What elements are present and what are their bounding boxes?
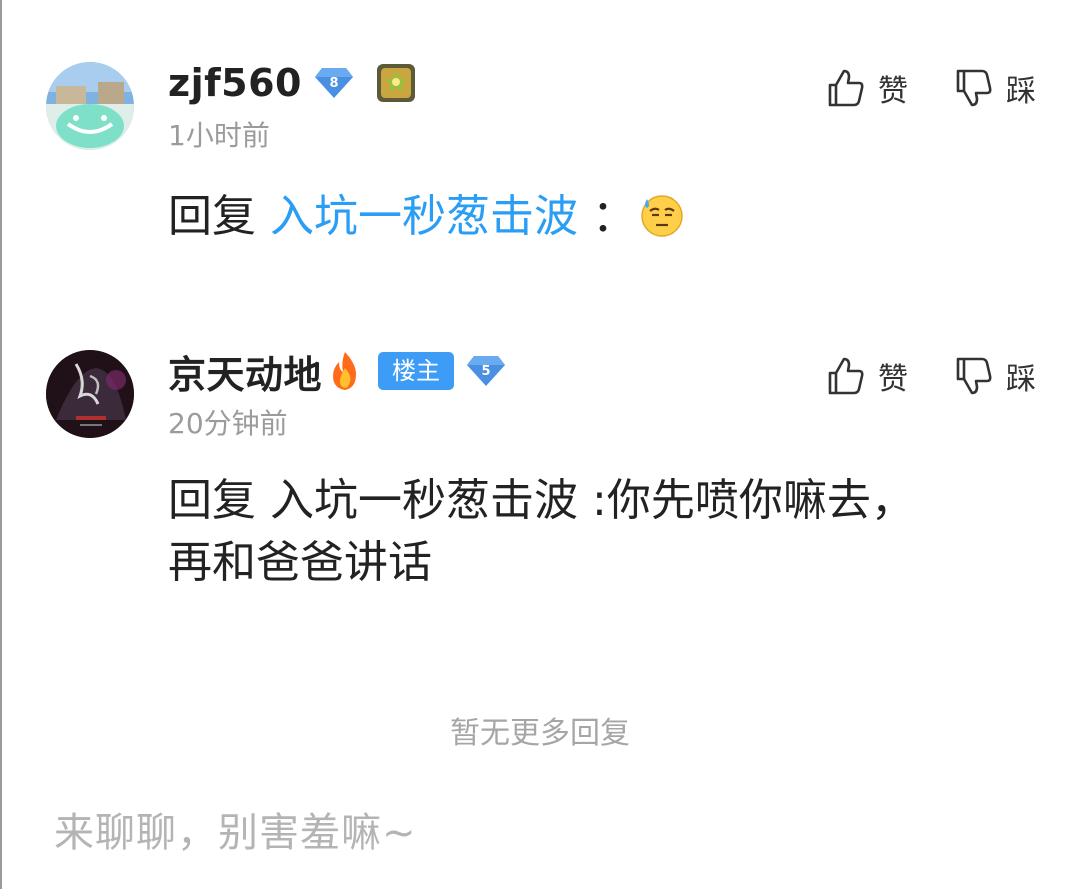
- avatar-image: [46, 350, 134, 438]
- like-label: 赞: [878, 74, 908, 109]
- reply-prefix: 回复: [168, 475, 256, 526]
- timestamp: 1小时前: [168, 119, 270, 152]
- level-badge: 5: [466, 354, 506, 388]
- comment-message: 你先喷你嘛去，: [606, 475, 915, 526]
- reply-mention-link[interactable]: 入坑一秒葱击波: [270, 191, 578, 242]
- username[interactable]: zjf560: [168, 61, 302, 105]
- comment-line-2: 再和爸爸讲话: [168, 537, 432, 588]
- thumbs-down-icon: [956, 357, 992, 395]
- avatar[interactable]: [46, 62, 134, 150]
- reply-input[interactable]: 来聊聊，别害羞嘛~: [54, 800, 417, 858]
- avatar-image: [46, 62, 134, 150]
- comment-actions: 赞 踩: [824, 354, 1036, 398]
- comment-body: 回复 入坑一秒葱击波 :你先喷你嘛去， 再和爸爸讲话: [168, 470, 915, 594]
- dislike-label: 踩: [1006, 74, 1036, 109]
- svg-text:8: 8: [329, 76, 338, 91]
- fire-icon: [326, 350, 364, 392]
- diamond-icon: 8: [315, 68, 353, 98]
- dislike-label: 踩: [1006, 362, 1036, 397]
- level-badge: 8: [314, 66, 354, 100]
- thumbs-up-icon: [828, 69, 864, 107]
- comment-body: 回复 入坑一秒葱击波 ：: [168, 186, 686, 248]
- timestamp: 20分钟前: [168, 407, 288, 440]
- like-button[interactable]: 赞: [824, 66, 908, 110]
- comment-actions: 赞 踩: [824, 66, 1036, 110]
- reply-separator: ：: [592, 191, 636, 242]
- owner-tag: 楼主: [378, 352, 455, 390]
- like-label: 赞: [878, 362, 908, 397]
- comment-line-1: 回复 入坑一秒葱击波 :你先喷你嘛去，: [168, 470, 915, 532]
- thumbs-down-icon: [956, 69, 992, 107]
- thumbs-up-icon: [828, 357, 864, 395]
- reply-prefix: 回复: [168, 191, 256, 242]
- avatar[interactable]: [46, 350, 134, 438]
- diamond-icon: 5: [467, 356, 506, 386]
- medal-icon: [376, 63, 416, 103]
- window-edge: [0, 0, 2, 889]
- no-more-replies: 暂无更多回复: [450, 716, 630, 751]
- comment-header: 京天动地 楼主 5: [168, 348, 506, 397]
- dislike-button[interactable]: 踩: [952, 66, 1036, 110]
- dislike-button[interactable]: 踩: [952, 354, 1036, 398]
- sweat-emoji-icon: [638, 191, 686, 239]
- username[interactable]: 京天动地: [168, 344, 322, 399]
- reply-separator: :: [592, 475, 607, 526]
- like-button[interactable]: 赞: [824, 354, 908, 398]
- reply-target[interactable]: 入坑一秒葱击波: [270, 475, 578, 526]
- comment-header: zjf560 8: [168, 60, 416, 106]
- svg-text:5: 5: [481, 364, 490, 379]
